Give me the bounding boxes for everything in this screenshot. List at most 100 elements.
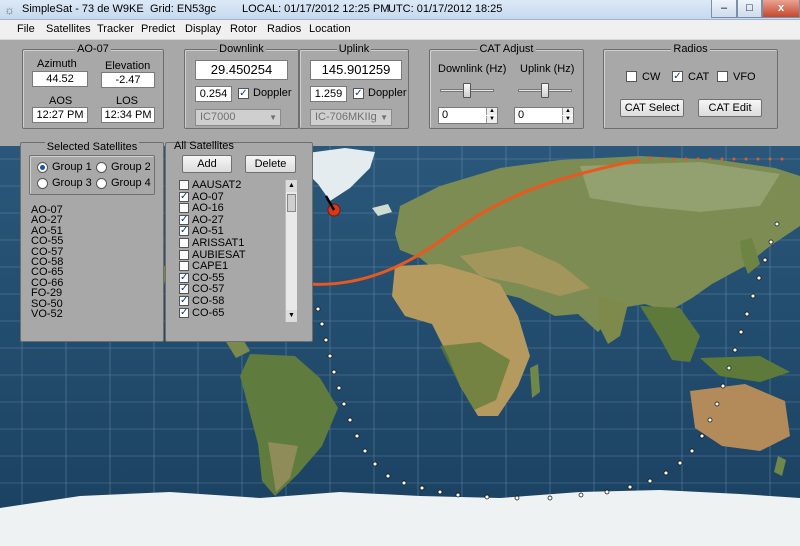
downlink-radio-select[interactable]: IC7000 ▼: [195, 109, 281, 126]
satellite-checkbox[interactable]: [179, 249, 189, 260]
uplink-hz-spinner[interactable]: 0 ▲ ▼: [514, 107, 574, 124]
menu-tracker[interactable]: Tracker: [97, 23, 134, 35]
aos-value: 12:27 PM: [32, 107, 88, 123]
menu-radios[interactable]: Radios: [267, 23, 301, 35]
satellite-checkbox[interactable]: ✓: [179, 214, 189, 225]
grid-square: Grid: EN53gc: [150, 3, 217, 15]
minimize-button[interactable]: –: [711, 0, 737, 18]
title-bar: ☼ SimpleSat - 73 de W9KE Grid: EN53gc LO…: [0, 0, 800, 20]
downlink-hz-label: Downlink (Hz): [438, 63, 507, 75]
satellite-name: CO-58: [192, 295, 225, 307]
downlink-title: Downlink: [217, 43, 266, 55]
selected-satellites-panel: Selected Satellites Group 1 Group 2 Grou…: [20, 141, 164, 342]
cat-adjust-title: CAT Adjust: [477, 43, 536, 55]
satellite-name: AO-51: [192, 225, 224, 238]
control-panel: AO-07 Azimuth 44.52 Elevation -2.47 AOS …: [0, 40, 800, 146]
elevation-value: -2.47: [101, 72, 155, 88]
window-title: SimpleSat - 73 de W9KE: [22, 3, 144, 15]
uplink-hz-label: Uplink (Hz): [520, 63, 575, 75]
downlink-slider[interactable]: [463, 83, 471, 98]
cat-adjust-box: CAT Adjust Downlink (Hz) Uplink (Hz) 0 ▲…: [429, 43, 584, 129]
cat-edit-button[interactable]: CAT Edit: [698, 99, 762, 117]
app-icon: ☼: [4, 3, 15, 17]
satellite-checkbox[interactable]: [179, 203, 189, 214]
group-2-radio[interactable]: [96, 162, 107, 173]
uplink-doppler-checkbox[interactable]: ✓: [353, 88, 364, 99]
satellite-checkbox[interactable]: ✓: [179, 272, 189, 283]
scroll-up-icon[interactable]: ▲: [286, 180, 297, 192]
satellite-info-box: AO-07 Azimuth 44.52 Elevation -2.47 AOS …: [22, 43, 164, 129]
satellite-checkbox[interactable]: [179, 238, 189, 249]
uplink-radio-value: IC-706MKIIg: [315, 111, 377, 123]
menu-satellites[interactable]: Satellites: [46, 23, 91, 35]
menu-location[interactable]: Location: [309, 23, 351, 35]
satellite-name: CO-57: [192, 283, 225, 296]
uplink-doppler-value: 1.259: [310, 86, 347, 102]
uplink-doppler-label: Doppler: [368, 87, 407, 99]
satellite-name: CAPE1: [192, 260, 229, 273]
scroll-thumb[interactable]: [287, 194, 296, 212]
satellite-checkbox[interactable]: ✓: [179, 191, 189, 202]
group-4-radio[interactable]: [96, 178, 107, 189]
selected-satellite[interactable]: VO-52: [31, 308, 63, 319]
satellite-name: AO-27: [192, 213, 224, 226]
satellite-checkbox[interactable]: ✓: [179, 307, 189, 318]
antarctica: [0, 490, 800, 546]
satellite-checkbox[interactable]: ✓: [179, 284, 189, 295]
azimuth-label: Azimuth: [37, 58, 77, 70]
list-scrollbar[interactable]: ▲ ▼: [285, 180, 297, 322]
menu-predict[interactable]: Predict: [141, 23, 175, 35]
downlink-hz-spinner[interactable]: 0 ▲ ▼: [438, 107, 498, 124]
uplink-box: Uplink 145.901259 1.259 ✓ Doppler IC-706…: [299, 43, 409, 129]
satellite-checkbox[interactable]: [179, 261, 189, 272]
satellite-checkbox[interactable]: ✓: [179, 226, 189, 237]
azimuth-value: 44.52: [32, 71, 88, 87]
los-value: 12:34 PM: [101, 107, 155, 123]
group-1-label: Group 1: [52, 161, 92, 173]
menu-rotor[interactable]: Rotor: [230, 23, 257, 35]
satellite-name: AO-07: [75, 43, 111, 55]
downlink-doppler-label: Doppler: [253, 87, 292, 99]
group-1-radio[interactable]: [37, 162, 48, 173]
uplink-frequency: 145.901259: [310, 60, 402, 80]
utc-time: UTC: 01/17/2012 18:25: [388, 3, 503, 15]
spin-down-icon[interactable]: ▼: [486, 116, 497, 123]
maximize-button[interactable]: □: [737, 0, 762, 18]
satellite-checkbox[interactable]: ✓: [179, 296, 189, 307]
menu-file[interactable]: File: [17, 23, 35, 35]
aos-label: AOS: [49, 95, 73, 107]
satellite-name: AUBIESAT: [192, 248, 246, 261]
uplink-hz-value: 0: [518, 109, 525, 121]
satellite-checkbox[interactable]: [179, 180, 189, 191]
vfo-label: VFO: [733, 71, 756, 83]
spin-up-icon[interactable]: ▲: [562, 108, 573, 115]
menu-bar: File Satellites Tracker Predict Display …: [0, 20, 800, 40]
spin-down-icon[interactable]: ▼: [562, 116, 573, 123]
satellite-name: AO-07: [192, 190, 224, 203]
downlink-doppler-checkbox[interactable]: ✓: [238, 88, 249, 99]
vfo-checkbox[interactable]: [717, 71, 728, 82]
chevron-down-icon: ▼: [380, 113, 388, 122]
uplink-radio-select[interactable]: IC-706MKIIg ▼: [310, 109, 392, 126]
scroll-down-icon[interactable]: ▼: [286, 310, 297, 322]
cw-label: CW: [642, 71, 661, 83]
add-satellite-button[interactable]: Add: [182, 155, 232, 173]
delete-satellite-button[interactable]: Delete: [245, 155, 296, 173]
all-satellites-list[interactable]: AAUSAT2 ✓ AO-07 AO-16 ✓ AO-27 ✓ AO-51 ARISS…: [179, 180, 299, 322]
menu-display[interactable]: Display: [185, 23, 221, 35]
cat-checkbox[interactable]: ✓: [672, 71, 683, 82]
cat-select-button[interactable]: CAT Select: [620, 99, 684, 117]
group-3-radio[interactable]: [37, 178, 48, 189]
satellite-list-item[interactable]: ✓ CO-65: [179, 307, 224, 320]
satellite-name: AAUSAT2: [192, 180, 242, 191]
uplink-slider[interactable]: [541, 83, 549, 98]
satellite-name: CO-55: [192, 271, 225, 284]
local-time: LOCAL: 01/17/2012 12:25 PM: [242, 3, 390, 15]
satellite-name: ARISSAT1: [192, 237, 245, 249]
all-satellites-title: All Satellites: [174, 140, 234, 152]
spin-up-icon[interactable]: ▲: [486, 108, 497, 115]
close-button[interactable]: x: [762, 0, 800, 18]
los-label: LOS: [116, 95, 139, 107]
group-select-box: Group 1 Group 2 Group 3 Group 4: [29, 155, 155, 195]
cw-checkbox[interactable]: [626, 71, 637, 82]
